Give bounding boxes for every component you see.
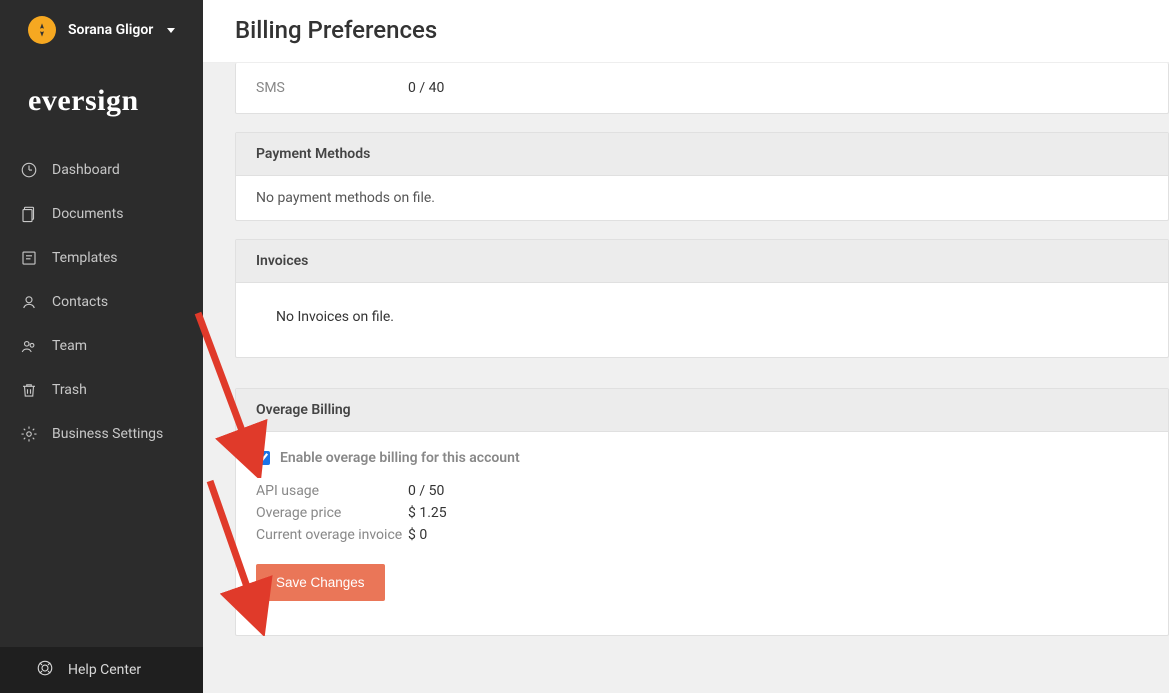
enable-overage-checkbox-row[interactable]: Enable overage billing for this account <box>236 432 1168 480</box>
save-changes-button[interactable]: Save Changes <box>256 564 385 601</box>
current-overage-invoice-label: Current overage invoice <box>256 527 408 543</box>
sidebar-item-documents[interactable]: Documents <box>0 192 203 236</box>
templates-icon <box>20 249 38 267</box>
sidebar-item-label: Help Center <box>68 662 141 678</box>
payment-methods-heading: Payment Methods <box>236 133 1168 176</box>
payment-methods-panel: Payment Methods No payment methods on fi… <box>235 132 1169 221</box>
life-ring-icon <box>36 659 54 681</box>
api-usage-label: API usage <box>256 483 408 499</box>
overage-price-value: $ 1.25 <box>408 505 447 521</box>
dashboard-icon <box>20 161 38 179</box>
documents-icon <box>20 205 38 223</box>
sidebar-item-label: Business Settings <box>52 426 163 442</box>
current-overage-invoice-value: $ 0 <box>408 527 427 543</box>
contacts-icon <box>20 293 38 311</box>
overage-billing-panel: Overage Billing Enable overage billing f… <box>235 388 1169 636</box>
sidebar-item-label: Dashboard <box>52 162 120 178</box>
invoices-empty: No Invoices on file. <box>236 283 1168 357</box>
invoices-panel: Invoices No Invoices on file. <box>235 239 1169 358</box>
sidebar-item-trash[interactable]: Trash <box>0 368 203 412</box>
trash-icon <box>20 381 38 399</box>
page-header: Billing Preferences <box>203 0 1169 63</box>
invoices-heading: Invoices <box>236 240 1168 283</box>
sidebar-item-label: Contacts <box>52 294 108 310</box>
user-name: Sorana Gligor <box>68 22 153 38</box>
sidebar-nav: Dashboard Documents Templates Contacts T… <box>0 148 203 456</box>
sidebar-item-templates[interactable]: Templates <box>0 236 203 280</box>
payment-methods-empty: No payment methods on file. <box>236 176 1168 220</box>
sms-value: 0 / 40 <box>408 80 444 96</box>
main-content: Billing Preferences SMS 0 / 40 Payment M… <box>203 0 1169 693</box>
chevron-down-icon <box>167 28 175 33</box>
enable-overage-checkbox[interactable] <box>256 451 270 465</box>
page-title: Billing Preferences <box>235 16 1137 44</box>
gear-icon <box>20 425 38 443</box>
avatar <box>28 16 56 44</box>
brand-logo[interactable]: eversign <box>0 56 203 148</box>
team-icon <box>20 337 38 355</box>
user-menu[interactable]: Sorana Gligor <box>0 0 203 56</box>
sidebar-item-label: Documents <box>52 206 123 222</box>
overage-billing-heading: Overage Billing <box>236 389 1168 432</box>
sidebar-item-business-settings[interactable]: Business Settings <box>0 412 203 456</box>
sidebar-item-label: Templates <box>52 250 118 266</box>
sidebar-item-label: Team <box>52 338 87 354</box>
sidebar-item-label: Trash <box>52 382 87 398</box>
sms-label: SMS <box>256 80 408 96</box>
enable-overage-label: Enable overage billing for this account <box>280 450 520 466</box>
sidebar: Sorana Gligor eversign Dashboard Documen… <box>0 0 203 693</box>
sms-panel-tail: SMS 0 / 40 <box>235 63 1169 114</box>
sidebar-item-help[interactable]: Help Center <box>0 647 203 693</box>
overage-price-label: Overage price <box>256 505 408 521</box>
sidebar-item-contacts[interactable]: Contacts <box>0 280 203 324</box>
sidebar-item-dashboard[interactable]: Dashboard <box>0 148 203 192</box>
sidebar-item-team[interactable]: Team <box>0 324 203 368</box>
api-usage-value: 0 / 50 <box>408 483 444 499</box>
